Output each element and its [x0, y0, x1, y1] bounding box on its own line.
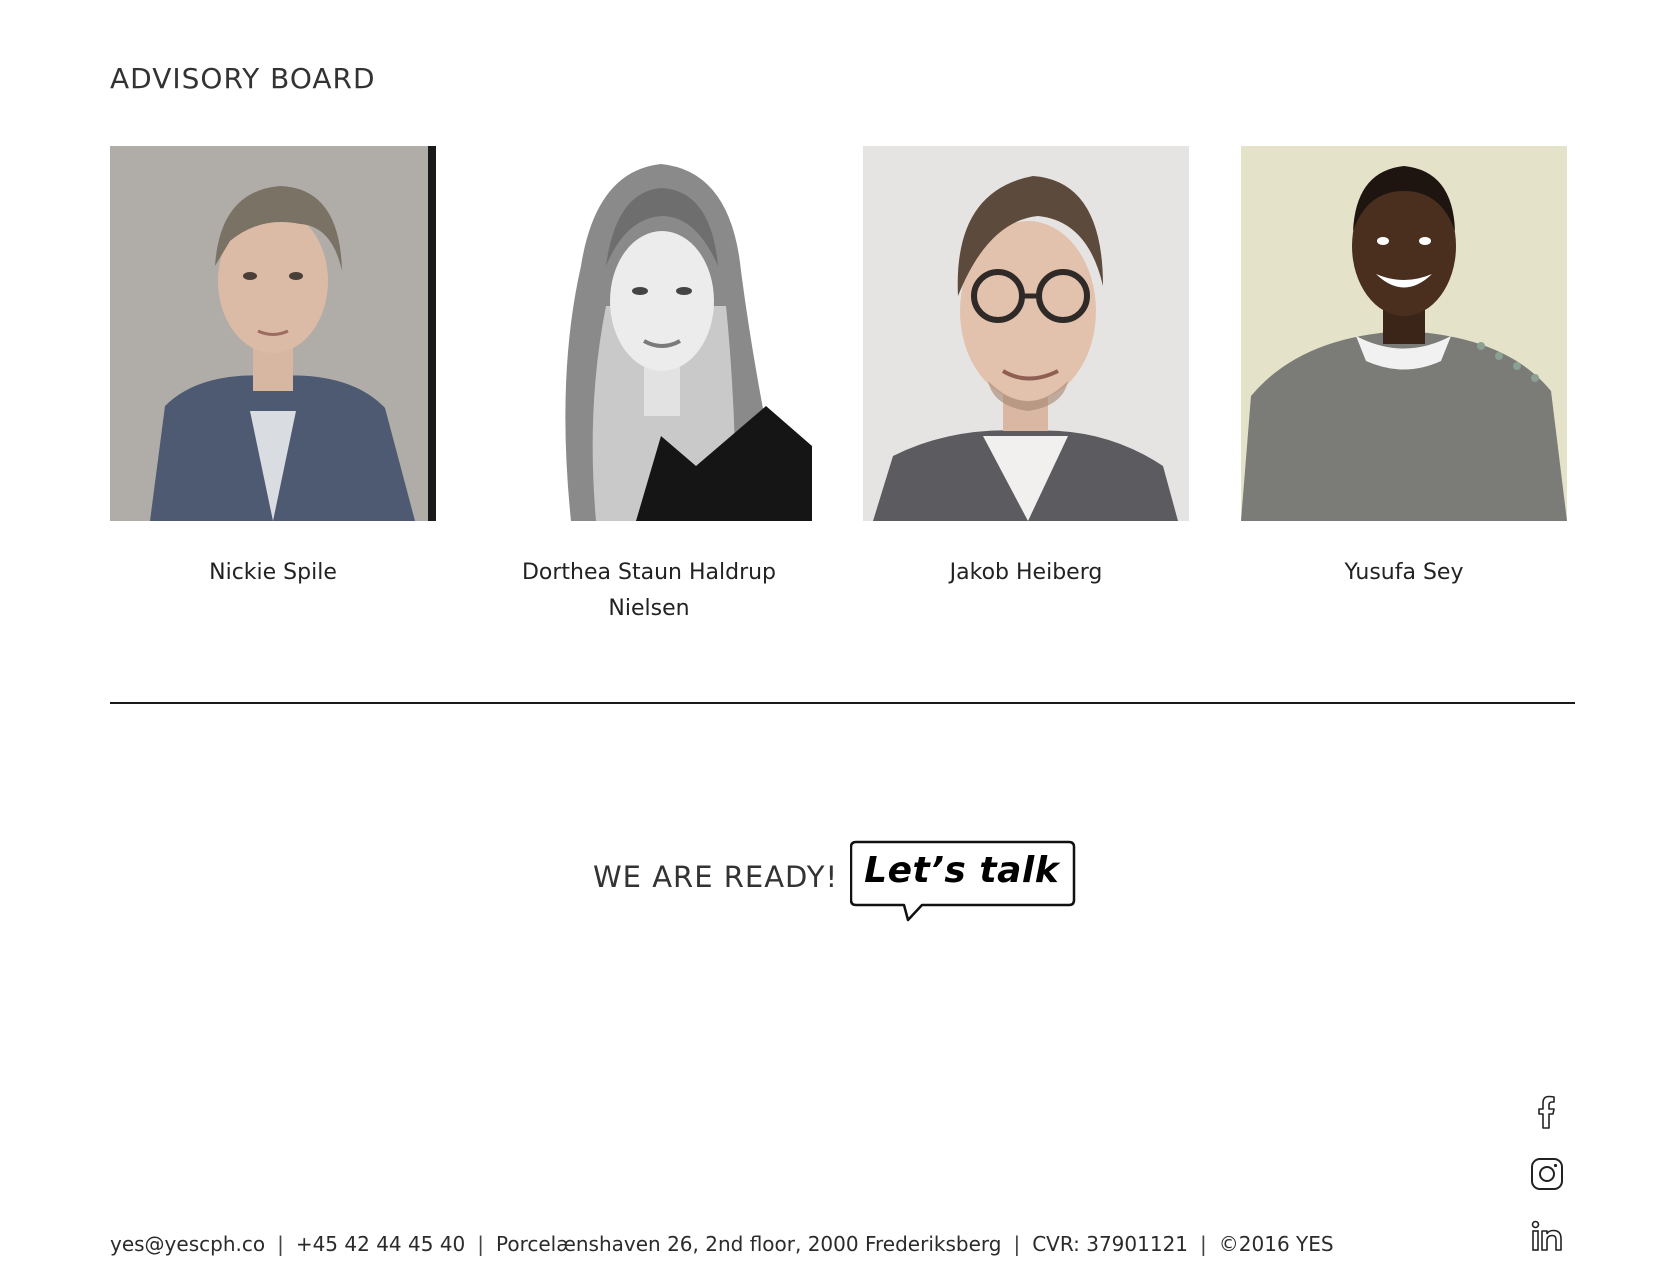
footer-separator: |: [477, 1232, 485, 1256]
member-name: Dorthea Staun Haldrup Nielsen: [521, 560, 777, 621]
member-name: Jakob Heiberg: [949, 560, 1103, 585]
board-member-card: Dorthea Staun Haldrup Nielsen: [486, 146, 812, 627]
lets-talk-button[interactable]: Let’s talk: [850, 840, 1076, 924]
section-divider: [110, 702, 1575, 704]
portrait-image: [110, 146, 436, 521]
footer-separator: |: [277, 1232, 284, 1256]
portrait-image: [486, 146, 812, 521]
portrait-image: [863, 146, 1189, 521]
member-name: Nickie Spile: [209, 560, 337, 585]
board-member-card: Yusufa Sey: [1241, 146, 1567, 591]
section-title: ADVISORY BOARD: [110, 62, 376, 95]
footer-separator: |: [1200, 1232, 1207, 1256]
instagram-icon[interactable]: [1530, 1157, 1564, 1191]
member-photo: [486, 146, 812, 521]
footer-cvr: CVR: 37901121: [1032, 1232, 1189, 1256]
advisory-board-grid: Nickie Spile Dorthea Staun Haldrup Niels…: [110, 146, 1567, 626]
member-photo: [863, 146, 1189, 521]
member-photo: [110, 146, 436, 521]
social-links: [1530, 1095, 1564, 1281]
linkedin-icon[interactable]: [1530, 1219, 1564, 1253]
board-member-card: Nickie Spile: [110, 146, 436, 591]
footer-address: Porcelænshaven 26, 2nd floor, 2000 Frede…: [496, 1232, 1002, 1256]
ready-text: WE ARE READY!: [593, 860, 839, 894]
footer-phone[interactable]: +45 42 44 45 40: [296, 1232, 465, 1256]
footer-separator: |: [1013, 1232, 1021, 1256]
lets-talk-label: Let’s talk: [864, 850, 1060, 891]
board-member-card: Jakob Heiberg: [863, 146, 1189, 591]
contact-cta: WE ARE READY! Let’s talk: [593, 840, 1076, 930]
portrait-image: [1241, 146, 1567, 521]
member-name: Yusufa Sey: [1344, 560, 1464, 585]
member-photo: [1241, 146, 1567, 521]
footer-copyright: ©2016 YES: [1218, 1232, 1334, 1256]
footer-contact-info: yes@yescph.co | +45 42 44 45 40 | Porcelænsh…: [110, 1232, 1334, 1256]
facebook-icon[interactable]: [1530, 1095, 1564, 1129]
footer-email-link[interactable]: yes@yescph.co: [110, 1232, 265, 1256]
